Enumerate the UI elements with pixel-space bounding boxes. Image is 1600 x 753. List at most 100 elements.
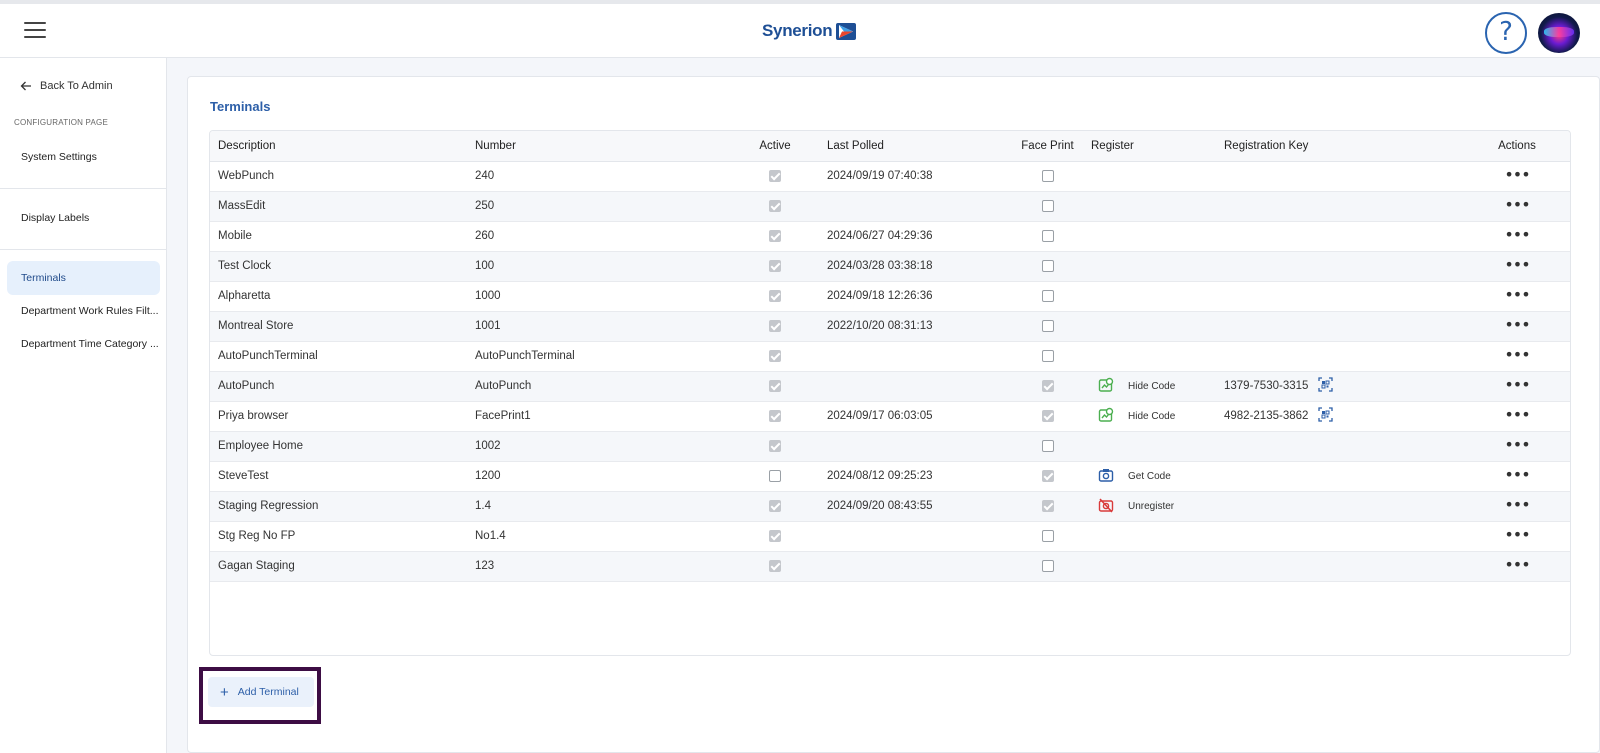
- table-row[interactable]: MassEdit 250 •••: [210, 191, 1570, 222]
- table-row[interactable]: Staging Regression 1.4 2024/09/20 08:43:55…: [210, 491, 1570, 522]
- active-checkbox[interactable]: [769, 349, 781, 362]
- cell-last-polled: 2024/08/12 09:25:23: [827, 461, 1004, 492]
- sidebar-item-department-work-rules[interactable]: Department Work Rules Filt...: [7, 294, 160, 328]
- face-print-checkbox[interactable]: [1041, 439, 1054, 452]
- table-row[interactable]: Stg Reg No FP No1.4 •••: [210, 521, 1570, 552]
- sidebar-item-system-settings[interactable]: System Settings: [7, 140, 160, 174]
- register-label: Unregister: [1128, 500, 1175, 512]
- cell-last-polled: 2024/09/20 08:43:55: [827, 491, 1004, 522]
- table-row[interactable]: Montreal Store 1001 2022/10/20 08:31:13 •••: [210, 311, 1570, 342]
- table-row[interactable]: Alpharetta 1000 2024/09/18 12:26:36 •••: [210, 281, 1570, 312]
- active-checkbox[interactable]: [769, 169, 781, 182]
- sidebar-item-terminals[interactable]: Terminals: [7, 261, 160, 295]
- face-print-checkbox[interactable]: [1041, 499, 1054, 512]
- more-actions-icon[interactable]: •••: [1504, 406, 1530, 422]
- more-actions-icon[interactable]: •••: [1504, 376, 1530, 392]
- face-print-checkbox[interactable]: [1041, 259, 1054, 272]
- qr-code-icon[interactable]: [1318, 377, 1334, 395]
- more-actions-icon[interactable]: •••: [1504, 226, 1530, 242]
- more-actions-icon[interactable]: •••: [1504, 346, 1530, 362]
- register-action[interactable]: Get Code: [1091, 467, 1224, 486]
- table-row[interactable]: Gagan Staging 123 •••: [210, 551, 1570, 582]
- plus-icon: +: [220, 683, 229, 701]
- face-print-checkbox[interactable]: [1041, 529, 1054, 542]
- sidebar-item-display-labels[interactable]: Display Labels: [7, 201, 160, 235]
- face-print-checkbox[interactable]: [1041, 229, 1054, 242]
- column-header-registration-key[interactable]: Registration Key: [1224, 131, 1464, 162]
- active-checkbox[interactable]: [769, 439, 781, 452]
- face-print-checkbox[interactable]: [1041, 289, 1054, 302]
- more-actions-icon[interactable]: •••: [1504, 196, 1530, 212]
- cell-description: Staging Regression: [210, 491, 475, 522]
- column-header-number[interactable]: Number: [475, 131, 723, 162]
- table-row[interactable]: Mobile 260 2024/06/27 04:29:36 •••: [210, 221, 1570, 252]
- table-row[interactable]: Employee Home 1002 •••: [210, 431, 1570, 462]
- sidebar-item-department-time-category[interactable]: Department Time Category ...: [7, 327, 160, 361]
- face-print-checkbox[interactable]: [1041, 349, 1054, 362]
- column-header-register[interactable]: Register: [1091, 131, 1224, 162]
- face-print-checkbox[interactable]: [1041, 319, 1054, 332]
- table-row[interactable]: Test Clock 100 2024/03/28 03:38:18 •••: [210, 251, 1570, 282]
- unregister-icon: [1098, 497, 1114, 516]
- active-checkbox[interactable]: [769, 529, 781, 542]
- active-checkbox[interactable]: [769, 319, 781, 332]
- hamburger-menu-icon[interactable]: [24, 22, 46, 38]
- table-row[interactable]: AutoPunch AutoPunch Hide Code 1379-7530-331…: [210, 371, 1570, 402]
- active-checkbox[interactable]: [769, 199, 781, 212]
- active-checkbox[interactable]: [769, 229, 781, 242]
- more-actions-icon[interactable]: •••: [1504, 466, 1530, 482]
- more-actions-icon[interactable]: •••: [1504, 256, 1530, 272]
- cell-last-polled: 2022/10/20 08:31:13: [827, 311, 1004, 342]
- table-row[interactable]: SteveTest 1200 2024/08/12 09:25:23 Get Code…: [210, 461, 1570, 492]
- active-checkbox[interactable]: [769, 469, 781, 482]
- cell-description: Montreal Store: [210, 311, 475, 342]
- qr-code-icon[interactable]: [1318, 407, 1334, 425]
- more-actions-icon[interactable]: •••: [1504, 556, 1530, 572]
- table-row[interactable]: AutoPunchTerminal AutoPunchTerminal •••: [210, 341, 1570, 372]
- column-header-description[interactable]: Description: [210, 131, 475, 162]
- more-actions-icon[interactable]: •••: [1504, 316, 1530, 332]
- face-print-checkbox[interactable]: [1041, 379, 1054, 392]
- active-checkbox[interactable]: [769, 259, 781, 272]
- face-print-checkbox[interactable]: [1041, 169, 1054, 182]
- page-title: Terminals: [210, 99, 271, 114]
- more-actions-icon[interactable]: •••: [1504, 526, 1530, 542]
- section-label: CONFIGURATION PAGE: [14, 118, 108, 127]
- more-actions-icon[interactable]: •••: [1504, 286, 1530, 302]
- column-header-last-polled[interactable]: Last Polled: [827, 131, 1004, 162]
- active-checkbox[interactable]: [769, 499, 781, 512]
- cell-number: 1000: [475, 281, 723, 312]
- column-header-actions: Actions: [1464, 131, 1570, 162]
- active-checkbox[interactable]: [769, 559, 781, 572]
- sidebar-divider: [0, 249, 167, 250]
- cell-last-polled: 2024/06/27 04:29:36: [827, 221, 1004, 252]
- cell-number: 240: [475, 161, 723, 192]
- active-checkbox[interactable]: [769, 409, 781, 422]
- more-actions-icon[interactable]: •••: [1504, 436, 1530, 452]
- face-print-checkbox[interactable]: [1041, 469, 1054, 482]
- face-print-checkbox[interactable]: [1041, 559, 1054, 572]
- register-action[interactable]: Hide Code: [1091, 377, 1224, 396]
- cell-description: Employee Home: [210, 431, 475, 462]
- user-avatar[interactable]: [1538, 13, 1580, 53]
- cell-description: Gagan Staging: [210, 551, 475, 582]
- register-action[interactable]: Unregister: [1091, 497, 1224, 516]
- app-header: Synerion ?: [0, 4, 1600, 58]
- column-header-face-print[interactable]: Face Print: [1004, 131, 1091, 162]
- back-to-admin-link[interactable]: Back To Admin: [20, 80, 113, 92]
- table-row[interactable]: Priya browser FacePrint1 2024/09/17 06:03:…: [210, 401, 1570, 432]
- face-print-checkbox[interactable]: [1041, 409, 1054, 422]
- register-action[interactable]: Hide Code: [1091, 407, 1224, 426]
- cell-last-polled: 2024/09/18 12:26:36: [827, 281, 1004, 312]
- active-checkbox[interactable]: [769, 379, 781, 392]
- more-actions-icon[interactable]: •••: [1504, 166, 1530, 182]
- face-print-checkbox[interactable]: [1041, 199, 1054, 212]
- column-header-active[interactable]: Active: [723, 131, 827, 162]
- help-button[interactable]: ?: [1485, 12, 1527, 54]
- active-checkbox[interactable]: [769, 289, 781, 302]
- registration-key-value: 4982-2135-3862: [1224, 410, 1309, 422]
- add-terminal-button[interactable]: + Add Terminal: [208, 677, 314, 707]
- more-actions-icon[interactable]: •••: [1504, 496, 1530, 512]
- table-row[interactable]: WebPunch 240 2024/09/19 07:40:38 •••: [210, 161, 1570, 192]
- cell-number: 100: [475, 251, 723, 282]
